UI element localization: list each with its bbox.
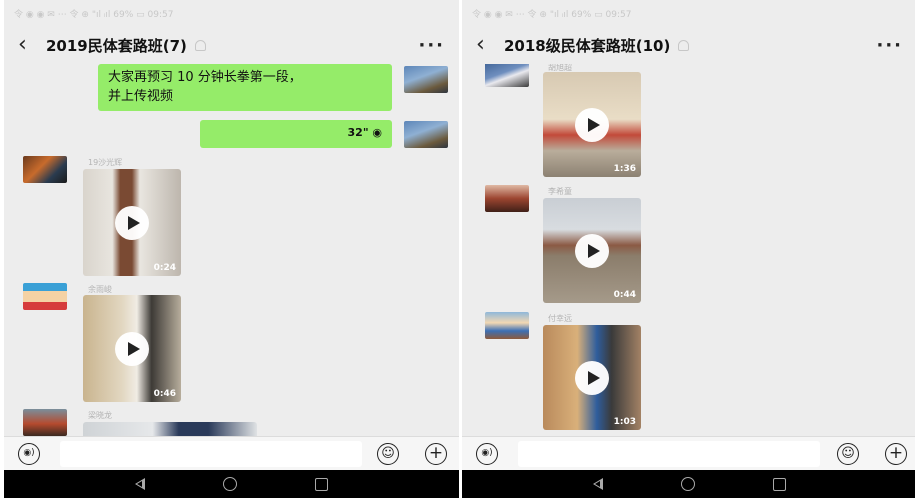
left-chat-screen: 令 ◉ ◉ ✉ ⋯ 令 ⊕ "ıl ᵢıl 69% ▭ 09:57 ‹ 2019… [4, 0, 459, 498]
chat-header: ‹ 2018级民体套路班(10) ··· [462, 26, 915, 64]
nav-recent-apps-icon[interactable] [773, 477, 786, 491]
status-text: 令 ◉ ◉ ✉ ⋯ 令 ⊕ "ıl ᵢıl 69% ▭ 09:57 [472, 9, 632, 20]
video-duration: 0:46 [153, 389, 176, 399]
play-icon[interactable] [115, 331, 149, 366]
chat-header: ‹ 2019民体套路班(7) ··· [4, 26, 459, 64]
voice-icon[interactable]: ◉) [18, 443, 40, 465]
nav-back-icon[interactable] [593, 478, 603, 490]
emoji-icon[interactable]: ☺ [837, 443, 859, 465]
more-options-button[interactable]: ··· [876, 35, 903, 56]
android-nav-bar [462, 470, 915, 498]
android-nav-bar [4, 470, 459, 498]
sender-avatar[interactable] [23, 409, 67, 436]
status-bar: 令 ◉ ◉ ✉ ⋯ 令 ⊕ "ıl ᵢıl 69% ▭ 09:57 [4, 0, 459, 26]
message-input[interactable] [60, 441, 362, 467]
video-message[interactable]: 0:24 [83, 169, 181, 276]
message-input[interactable] [518, 441, 820, 467]
sender-avatar[interactable] [485, 312, 529, 339]
outgoing-text-message[interactable]: 大家再预习 10 分钟长拳第一段， 并上传视频 [98, 64, 392, 111]
plus-icon[interactable]: + [425, 443, 447, 465]
sender-name: 梁晓龙 [88, 411, 112, 420]
nav-back-icon[interactable] [135, 478, 145, 490]
mute-bell-icon [194, 39, 206, 51]
status-text: 令 ◉ ◉ ✉ ⋯ 令 ⊕ "ıl ᵢıl 69% ▭ 09:57 [14, 9, 174, 20]
video-duration: 0:24 [153, 263, 176, 273]
sender-name: 付幸远 [548, 314, 572, 323]
mute-bell-icon [678, 39, 690, 51]
play-icon[interactable] [115, 205, 149, 240]
emoji-icon[interactable]: ☺ [377, 443, 399, 465]
video-duration: 1:36 [613, 164, 636, 174]
play-icon[interactable] [575, 360, 609, 395]
nav-home-icon[interactable] [223, 477, 237, 491]
video-message[interactable]: 0:44 [543, 198, 641, 303]
sender-name: 19沙光辉 [88, 158, 123, 167]
play-icon[interactable] [575, 107, 609, 142]
message-list[interactable]: 胡旭超 1:36 李希童 0:44 付幸远 1:03 [462, 64, 915, 436]
input-bar: ◉) ☺ + [4, 436, 459, 470]
my-avatar[interactable] [404, 121, 448, 148]
sender-avatar[interactable] [485, 185, 529, 212]
more-options-button[interactable]: ··· [418, 35, 445, 56]
video-message[interactable]: 1:03 [543, 325, 641, 430]
chat-title: 2019民体套路班(7) [46, 36, 187, 55]
chat-title: 2018级民体套路班(10) [504, 36, 671, 55]
nav-home-icon[interactable] [681, 477, 695, 491]
back-arrow-icon[interactable]: ‹ [476, 34, 504, 56]
video-duration: 0:44 [613, 290, 636, 300]
outgoing-voice-message[interactable]: 32" ◉ [200, 120, 392, 148]
sender-name: 余雨峻 [88, 285, 112, 294]
input-bar: ◉) ☺ + [462, 436, 915, 470]
nav-recent-apps-icon[interactable] [315, 477, 328, 491]
voice-icon[interactable]: ◉) [476, 443, 498, 465]
right-chat-screen: 令 ◉ ◉ ✉ ⋯ 令 ⊕ "ıl ᵢıl 69% ▭ 09:57 ‹ 2018… [462, 0, 915, 498]
video-message[interactable] [83, 422, 257, 436]
sender-avatar[interactable] [23, 283, 67, 310]
video-message[interactable]: 1:36 [543, 72, 641, 177]
back-arrow-icon[interactable]: ‹ [18, 34, 46, 56]
sender-avatar[interactable] [485, 64, 529, 87]
sender-avatar[interactable] [23, 156, 67, 183]
video-duration: 1:03 [613, 417, 636, 427]
message-list[interactable]: 大家再预习 10 分钟长拳第一段， 并上传视频 32" ◉ 19沙光辉 0:24… [4, 64, 459, 436]
sender-name: 李希童 [548, 187, 572, 196]
play-icon[interactable] [575, 233, 609, 268]
video-message[interactable]: 0:46 [83, 295, 181, 402]
status-bar: 令 ◉ ◉ ✉ ⋯ 令 ⊕ "ıl ᵢıl 69% ▭ 09:57 [462, 0, 915, 26]
plus-icon[interactable]: + [885, 443, 907, 465]
my-avatar[interactable] [404, 66, 448, 93]
